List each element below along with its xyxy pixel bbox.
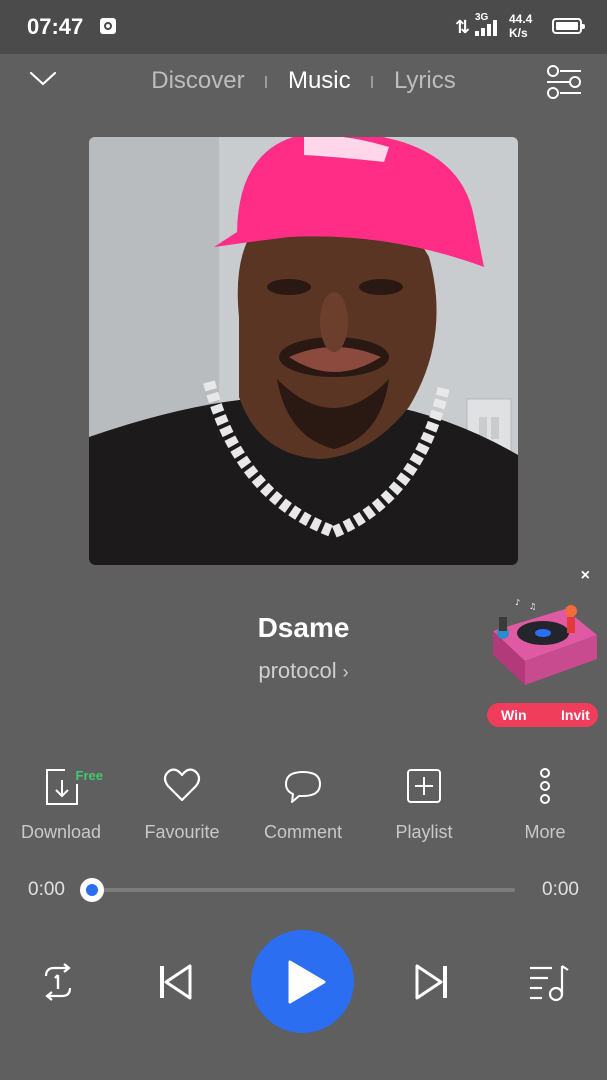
close-icon[interactable]: × — [581, 567, 590, 585]
queue-list-icon[interactable] — [528, 962, 570, 1002]
more-button[interactable]: More — [490, 766, 600, 843]
comment-icon — [283, 766, 323, 806]
signal-strength-icon — [475, 20, 501, 36]
status-indicators: ⇅ 3G 44.4 K/s — [437, 0, 607, 54]
equalizer-settings-icon[interactable] — [545, 64, 583, 100]
comment-button[interactable]: Comment — [248, 766, 358, 843]
playback-controls — [0, 930, 607, 1034]
seek-bar[interactable] — [80, 878, 515, 902]
network-speed-unit: K/s — [509, 26, 528, 40]
tab-divider — [265, 75, 268, 88]
playlist-label: Playlist — [395, 822, 453, 842]
player-tabs: Discover Music Lyrics — [0, 67, 607, 95]
tab-music[interactable]: Music — [288, 67, 351, 95]
favourite-label: Favourite — [144, 822, 220, 842]
next-track-icon[interactable] — [411, 962, 451, 1002]
tab-divider — [371, 75, 374, 88]
song-actions: Free Download Favourite Comment Playlist — [0, 766, 607, 856]
network-speed-value: 44.4 — [509, 12, 533, 26]
comment-label: Comment — [263, 822, 343, 842]
chevron-right-icon: › — [342, 662, 349, 682]
current-time: 0:00 — [28, 879, 65, 900]
svg-text:♪: ♪ — [515, 598, 520, 607]
duration-time: 0:00 — [542, 879, 579, 900]
network-speed: 44.4 K/s — [509, 12, 532, 40]
artist-name: protocol — [258, 658, 337, 683]
data-transfer-icon: ⇅ — [455, 17, 471, 37]
download-button[interactable]: Free Download — [6, 766, 116, 843]
cover-photo — [89, 137, 518, 565]
heart-icon — [162, 766, 202, 806]
notification-app-icon — [100, 18, 116, 34]
more-vertical-icon — [525, 766, 565, 806]
promo-floating-widget[interactable]: × ♪ ♫ Win Invit — [485, 565, 600, 727]
status-time: 07:47 — [27, 14, 84, 39]
svg-text:♫: ♫ — [529, 602, 536, 611]
play-icon — [288, 960, 326, 1004]
playback-progress: 0:00 0:00 — [0, 870, 607, 910]
play-button[interactable] — [251, 930, 354, 1033]
favourite-button[interactable]: Favourite — [127, 766, 237, 843]
more-label: More — [524, 822, 566, 842]
tab-discover[interactable]: Discover — [151, 67, 244, 95]
status-bar: 07:47 ⇅ 3G 44.4 K/s — [0, 0, 607, 54]
promo-badge-left-text: Win — [501, 707, 527, 723]
free-tag: Free — [75, 768, 103, 783]
promo-badge-right-text: Invit — [561, 707, 590, 723]
player-top-nav: Discover Music Lyrics — [0, 54, 607, 110]
download-icon: Free — [41, 766, 103, 806]
repeat-one-icon[interactable] — [38, 962, 78, 1002]
add-to-playlist-button[interactable]: Playlist — [369, 766, 479, 843]
add-to-playlist-icon — [404, 766, 444, 806]
download-label: Download — [20, 822, 102, 842]
album-cover-image — [89, 137, 518, 565]
previous-track-icon[interactable] — [156, 962, 196, 1002]
turntable-illustration: ♪ ♫ — [493, 598, 597, 685]
promo-badge[interactable]: Win Invit — [487, 703, 598, 727]
battery-icon — [552, 18, 585, 34]
tab-lyrics[interactable]: Lyrics — [394, 67, 456, 95]
seek-thumb[interactable] — [80, 878, 104, 902]
